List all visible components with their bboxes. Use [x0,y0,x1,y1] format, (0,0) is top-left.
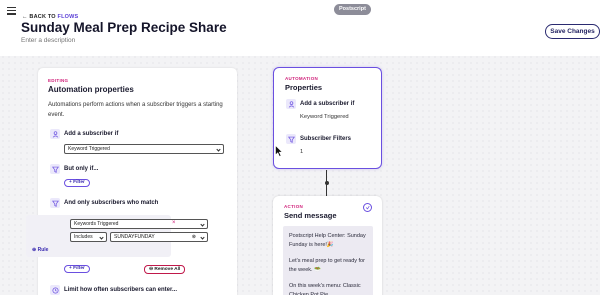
card-filters-label: Subscriber Filters [300,136,352,142]
chevron-down-icon [200,234,205,240]
page-title[interactable]: Sunday Meal Prep Recipe Share [21,20,227,35]
description-input[interactable] [21,37,221,44]
rule-value-input[interactable]: SUNDAYFUNDAY ⊗ [110,232,208,242]
chevron-down-icon [216,146,221,152]
clock-icon [50,285,60,295]
rule-field-select[interactable]: Keywords Triggered [70,219,208,229]
chevron-down-icon [200,221,205,227]
card-filters-count: 1 [300,149,304,155]
remove-all-button[interactable]: ⊖ Remove All [144,265,186,274]
mouse-cursor-icon [275,145,283,157]
add-filter-button-2[interactable]: + Filter [64,265,90,273]
panel-description: Automations perform actions when a subsc… [48,102,223,118]
filter-icon [50,198,60,208]
message-line: On this week's menu: Classic Chicken Pot… [289,283,361,295]
condition-label: But only if... [64,166,99,172]
match-label: And only subscribers who match [64,200,159,206]
top-bar: Postscript ← BACK TO FLOWS Sunday Meal P… [0,0,600,56]
message-icon [363,203,372,212]
properties-title: Properties [285,83,323,92]
filter-icon [286,134,296,144]
menu-icon[interactable] [7,7,16,15]
add-filter-button[interactable]: + Filter [64,179,90,187]
brand-badge: Postscript [334,4,371,15]
add-subscriber-icon [286,99,296,109]
remove-rule-icon[interactable]: × [172,220,176,226]
trigger-select[interactable]: Keyword Triggered [64,144,224,154]
action-tag: ACTION [284,204,304,209]
action-title: Send message [284,211,337,220]
trigger-select-value: Keyword Triggered [68,146,110,152]
rule-operator-value: Includes [74,234,93,240]
add-rule-link[interactable]: ⊕ Rule [32,247,48,253]
rule-value-text: SUNDAYFUNDAY [114,234,155,240]
clear-icon[interactable]: ⊗ [192,233,196,242]
rule-field-value: Keywords Triggered [74,221,119,227]
connector-node[interactable] [324,181,329,185]
rule-operator-select[interactable]: Includes [70,232,107,242]
card-trigger-label: Add a subscriber if [300,101,355,107]
limit-label: Limit how often subscribers can enter... [64,287,178,293]
properties-card[interactable]: AUTOMATION Properties Add a subscriber i… [273,67,382,169]
add-subscriber-icon [50,129,60,139]
message-preview: Postscript Help Center: Sunday Funday is… [283,226,373,295]
save-changes-button[interactable]: Save Changes [545,24,600,39]
automation-tag: AUTOMATION [285,76,319,81]
message-line: Postscript Help Center: Sunday Funday is… [289,233,366,248]
trigger-label: Add a subscriber if [64,131,119,137]
filter-icon [50,164,60,174]
send-message-card[interactable]: ACTION Send message Postscript Help Cent… [273,196,382,295]
panel-title: Automation properties [48,85,134,94]
chevron-down-icon [99,234,104,240]
card-trigger-value: Keyword Triggered [300,114,349,120]
message-line: Let's meal prep to get ready for the wee… [289,258,365,273]
editing-tag: EDITING [48,78,69,83]
